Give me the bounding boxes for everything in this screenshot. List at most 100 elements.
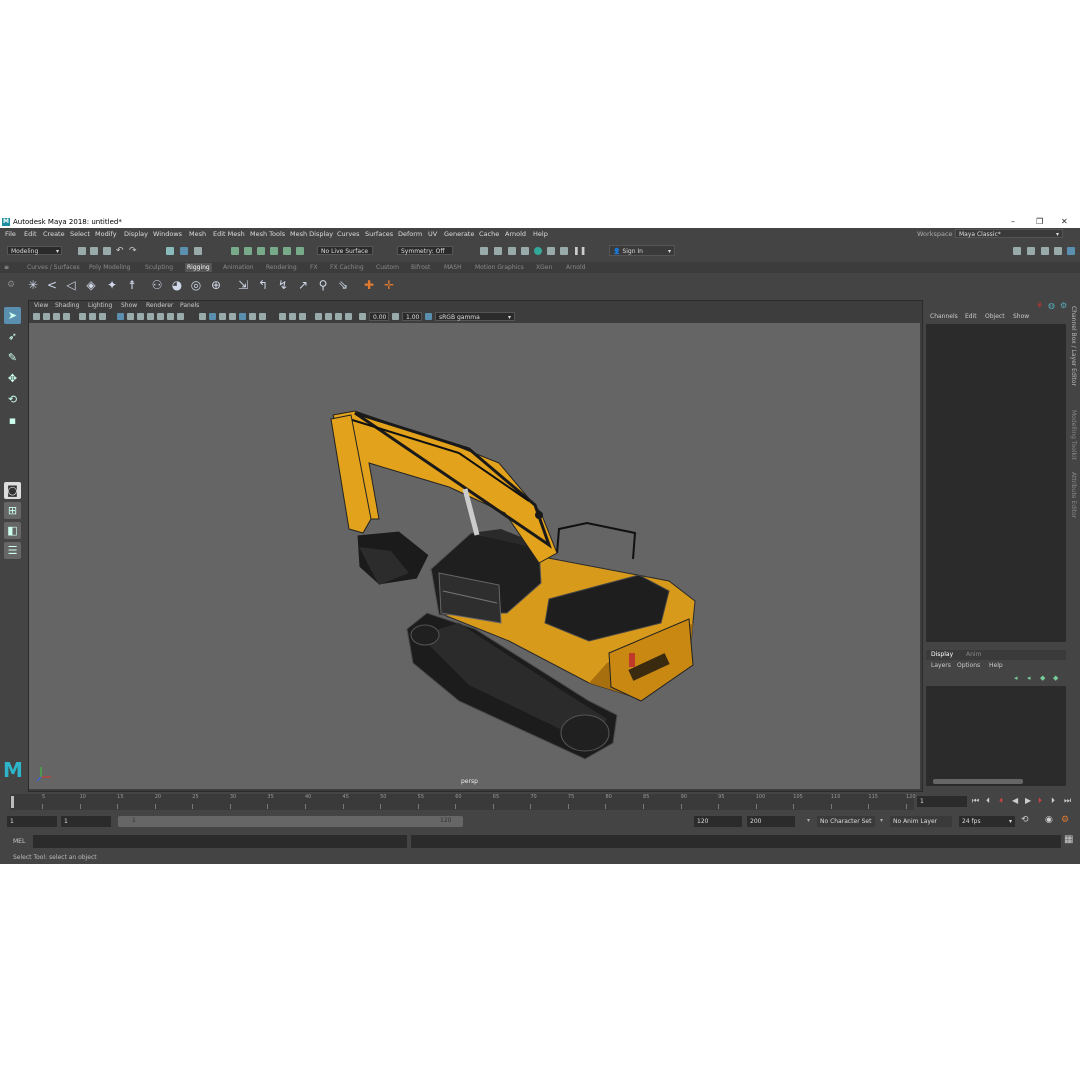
isolate-select-icon[interactable] (299, 313, 306, 320)
tab-anim[interactable]: Anim (966, 651, 981, 658)
current-time-marker[interactable] (11, 796, 14, 808)
shelf-tab-custom[interactable]: Custom (376, 264, 399, 271)
menu-modify[interactable]: Modify (95, 230, 117, 238)
grease-pencil-icon[interactable] (79, 313, 86, 320)
new-layer-selected-icon[interactable]: ◆ (1053, 674, 1058, 682)
layout-icon[interactable] (1013, 247, 1021, 255)
snap-surface-icon[interactable] (283, 247, 291, 255)
outliner-icon[interactable]: ☰ (4, 542, 21, 559)
layer-list-area[interactable] (926, 686, 1066, 786)
current-frame-field[interactable]: 1 (917, 796, 967, 807)
default-material-icon[interactable] (219, 313, 226, 320)
shelf-tab-xgen[interactable]: XGen (536, 264, 552, 271)
end-time-field[interactable]: 200 (747, 816, 795, 827)
shelf-menu-icon[interactable]: ≡ (4, 264, 9, 271)
wireframe-icon[interactable] (117, 313, 124, 320)
cb-menu-channels[interactable]: Channels (930, 313, 958, 320)
channel-box-toggle-icon[interactable]: ⚘ (1036, 301, 1043, 310)
gamma-icon[interactable] (392, 313, 399, 320)
shadows-icon[interactable] (249, 313, 256, 320)
shelf-tab-motion-graphics[interactable]: Motion Graphics (475, 264, 524, 271)
snap-pivot-icon[interactable] (296, 247, 304, 255)
safe-title-icon[interactable] (177, 313, 184, 320)
menu-file[interactable]: File (5, 230, 16, 238)
menu-generate[interactable]: Generate (444, 230, 474, 238)
xray-joints-icon[interactable] (289, 313, 296, 320)
menu-curves[interactable]: Curves (337, 230, 360, 238)
snap-point-icon[interactable] (257, 247, 265, 255)
resolution-gate-icon[interactable] (137, 313, 144, 320)
menu-help[interactable]: Help (533, 230, 548, 238)
channel-box-area[interactable] (926, 324, 1066, 642)
character-icon[interactable]: ☨ (124, 277, 140, 293)
time-slider-track[interactable]: 5 10 15 20 25 30 35 40 45 50 55 60 65 70 75 80 85 90 95 100… (10, 794, 916, 810)
snap-curve-icon[interactable] (244, 247, 252, 255)
depth-of-field-icon[interactable] (335, 313, 342, 320)
gamma-field[interactable]: 1.00 (402, 312, 422, 321)
aim-constraint-icon[interactable]: ↰ (255, 277, 271, 293)
smooth-bind-icon[interactable]: ◕ (169, 277, 185, 293)
anti-aliasing-icon[interactable] (325, 313, 332, 320)
attribute-editor-toggle-icon[interactable] (1054, 247, 1062, 255)
humanik-icon[interactable]: ✦ (104, 277, 120, 293)
redo-icon[interactable]: ↷ (129, 247, 137, 256)
playback-start-field[interactable]: 1 (61, 816, 111, 827)
anim-layer-dropdown[interactable]: No Anim Layer (890, 816, 952, 827)
render-sequence-icon[interactable] (560, 247, 568, 255)
paint-select-icon[interactable]: ✎ (4, 349, 21, 366)
use-lights-icon[interactable] (239, 313, 246, 320)
lasso-tool-icon[interactable]: ➶ (4, 328, 21, 345)
quick-rig-icon[interactable]: ◈ (83, 277, 99, 293)
animation-preferences-icon[interactable]: ⚙ (1061, 815, 1069, 825)
new-scene-icon[interactable] (78, 247, 86, 255)
smooth-shade-all-icon[interactable] (209, 313, 216, 320)
maximize-icon[interactable]: ❐ (1036, 217, 1043, 226)
menu-cache[interactable]: Cache (479, 230, 499, 238)
menuset-dropdown[interactable]: Modeling ▾ (7, 246, 62, 255)
xray-icon[interactable] (279, 313, 286, 320)
range-bar[interactable]: 1 120 (118, 816, 463, 827)
shelf-tab-mash[interactable]: MASH (444, 264, 462, 271)
parent-constraint-icon[interactable]: ⚲ (315, 277, 331, 293)
bind-skin-icon[interactable]: ⚇ (149, 277, 165, 293)
2d-pan-icon[interactable] (63, 313, 70, 320)
menu-surfaces[interactable]: Surfaces (365, 230, 393, 238)
render-settings-icon[interactable] (508, 247, 516, 255)
sign-in-button[interactable]: 👤 Sign In ▾ (609, 245, 675, 256)
move-layer-up-icon[interactable]: ◂ (1014, 674, 1018, 682)
exposure-field[interactable]: 0.00 (369, 312, 389, 321)
menu-display[interactable]: Display (124, 230, 148, 238)
vp-menu-lighting[interactable]: Lighting (88, 302, 112, 309)
modelling-toolkit-toggle-icon[interactable]: ◍ (1048, 301, 1055, 310)
cb-menu-edit[interactable]: Edit (965, 313, 977, 320)
shelf-tab-poly-modeling[interactable]: Poly Modeling (89, 264, 131, 271)
play-forward-icon[interactable]: ▶ (1025, 796, 1031, 805)
menu-windows[interactable]: Windows (153, 230, 182, 238)
move-tool-icon[interactable]: ✥ (4, 370, 21, 387)
vp-menu-shading[interactable]: Shading (55, 302, 79, 309)
select-hierarchy-icon[interactable] (166, 247, 174, 255)
le-menu-layers[interactable]: Layers (931, 662, 951, 669)
single-perspective-view-icon[interactable]: ◙ (4, 482, 21, 499)
ik-spline-icon[interactable]: ◁ (63, 277, 79, 293)
camera-attributes-icon[interactable] (33, 313, 40, 320)
paint-weights-icon[interactable]: ◎ (188, 277, 204, 293)
move-layer-down-icon[interactable]: ◂ (1027, 674, 1031, 682)
shelf-tab-arnold[interactable]: Arnold (566, 264, 585, 271)
shelf-tab-rigging[interactable]: Rigging (185, 263, 212, 272)
select-object-icon[interactable] (180, 247, 188, 255)
tool-settings-toggle-icon[interactable] (1067, 247, 1075, 255)
menu-mesh-tools[interactable]: Mesh Tools (250, 230, 285, 238)
menu-edit-mesh[interactable]: Edit Mesh (213, 230, 245, 238)
color-management-icon[interactable] (425, 313, 432, 320)
pole-vector-icon[interactable]: ⇘ (335, 277, 351, 293)
safe-action-icon[interactable] (167, 313, 174, 320)
ik-handle-icon[interactable]: < (44, 277, 60, 293)
workspace-dropdown[interactable]: Maya Classic* ▾ (955, 229, 1063, 238)
hud-icon[interactable] (315, 313, 322, 320)
field-chart-icon[interactable] (157, 313, 164, 320)
vp-menu-renderer[interactable]: Renderer (146, 302, 173, 309)
layer-scrollbar[interactable] (933, 779, 1023, 784)
start-time-field[interactable]: 1 (7, 816, 57, 827)
motion-blur-icon[interactable] (345, 313, 352, 320)
